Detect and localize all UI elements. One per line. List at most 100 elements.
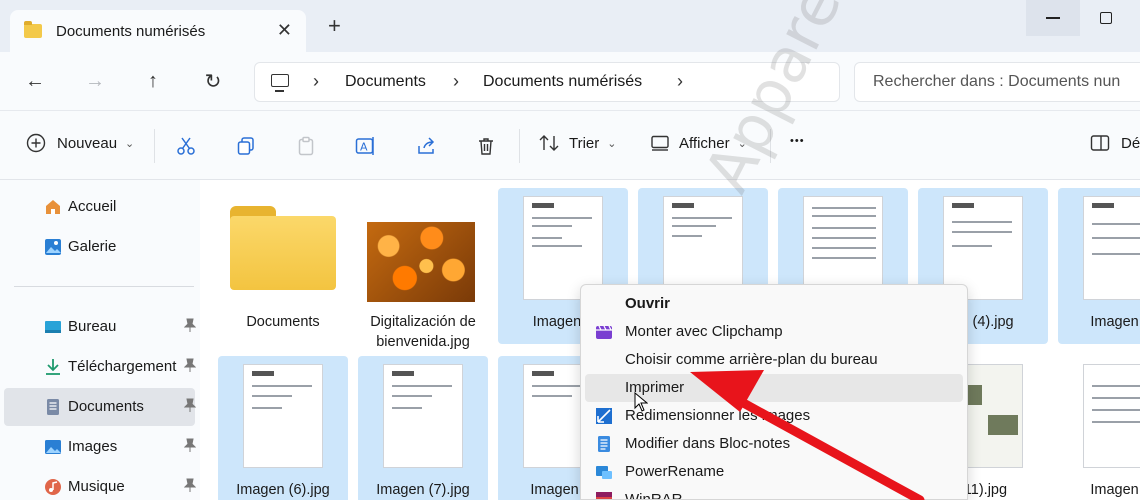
pin-icon[interactable] bbox=[184, 398, 196, 412]
sidebar-item-documents[interactable]: Documents bbox=[4, 388, 196, 426]
pin-icon[interactable] bbox=[184, 358, 196, 372]
paste-button[interactable] bbox=[295, 135, 317, 157]
view-icon bbox=[651, 135, 669, 151]
folder-icon bbox=[230, 206, 336, 290]
search-placeholder: Rechercher dans : Documents nun bbox=[873, 73, 1121, 90]
file-item-digitalizacion[interactable]: Digitalización de bienvenida.jpg bbox=[358, 188, 488, 350]
sidebar-item-bureau[interactable]: Bureau bbox=[4, 308, 196, 346]
document-thumbnail bbox=[383, 364, 463, 468]
notepad-icon bbox=[598, 436, 610, 452]
details-pane-icon bbox=[1090, 135, 1110, 151]
file-label: Imagen (5 bbox=[1090, 314, 1140, 330]
new-tab-button[interactable]: + bbox=[328, 15, 341, 37]
documents-icon bbox=[47, 399, 59, 415]
back-button[interactable]: ← bbox=[20, 66, 50, 96]
resize-icon bbox=[596, 408, 612, 424]
menu-item-set-wallpaper[interactable]: Choisir comme arrière-plan du bureau bbox=[585, 346, 963, 374]
breadcrumb-separator[interactable]: › bbox=[677, 71, 683, 92]
command-bar: Nouveau ⌄ A Trier ⌄ Afficher ⌄ ••• Dé bbox=[0, 110, 1140, 180]
share-button[interactable] bbox=[415, 135, 437, 157]
menu-item-winrar[interactable]: WinRAR bbox=[585, 486, 963, 499]
pin-icon[interactable] bbox=[184, 318, 196, 332]
download-icon bbox=[46, 359, 60, 375]
trash-icon bbox=[479, 138, 493, 155]
sidebar-item-images[interactable]: Images bbox=[4, 428, 196, 466]
images-icon bbox=[45, 440, 61, 454]
file-label: Imagen (7).jpg bbox=[376, 482, 470, 498]
file-label: Imagen (1 bbox=[1090, 482, 1140, 498]
refresh-button[interactable]: ↻ bbox=[198, 66, 228, 96]
document-thumbnail bbox=[1083, 196, 1140, 300]
file-item-imagen-12[interactable]: Imagen (1 bbox=[1058, 356, 1140, 500]
document-thumbnail bbox=[1083, 364, 1140, 468]
rename-button[interactable]: A bbox=[355, 135, 377, 157]
cut-button[interactable] bbox=[175, 135, 197, 157]
mouse-cursor-icon bbox=[634, 392, 648, 412]
up-button[interactable]: ↑ bbox=[138, 66, 168, 96]
title-bar: Documents numérisés ✕ + bbox=[0, 0, 1140, 52]
rename-icon: A bbox=[355, 137, 374, 155]
breadcrumb-documents[interactable]: Documents bbox=[345, 73, 426, 91]
breadcrumb-documents-numerises[interactable]: Documents numérisés bbox=[483, 73, 642, 91]
file-label: Documents bbox=[246, 314, 320, 330]
music-icon bbox=[45, 479, 61, 495]
svg-text:A: A bbox=[360, 141, 368, 154]
toolbar-divider bbox=[519, 129, 520, 163]
toolbar-divider bbox=[154, 129, 155, 163]
navigation-bar: ← → ↑ ↻ › Documents › Documents numérisé… bbox=[0, 52, 1140, 110]
details-label: Dé bbox=[1121, 134, 1140, 152]
document-thumbnail bbox=[243, 364, 323, 468]
pin-icon[interactable] bbox=[184, 438, 196, 452]
menu-item-powerrename[interactable]: PowerRename bbox=[585, 458, 963, 486]
new-label: Nouveau bbox=[57, 134, 118, 152]
gallery-icon bbox=[45, 239, 61, 255]
breadcrumb-separator[interactable]: › bbox=[453, 71, 459, 92]
file-label: Digitalización de bienvenida.jpg bbox=[370, 314, 476, 350]
details-pane-button[interactable]: Dé bbox=[1090, 133, 1140, 153]
winrar-icon bbox=[596, 492, 612, 499]
pin-icon[interactable] bbox=[184, 478, 196, 492]
sort-label: Trier bbox=[569, 134, 600, 152]
plus-circle-icon bbox=[26, 133, 46, 153]
chevron-down-icon: ⌄ bbox=[125, 137, 135, 150]
clipchamp-icon bbox=[596, 325, 612, 339]
powerrename-icon bbox=[596, 466, 612, 479]
clipboard-icon bbox=[298, 136, 314, 156]
home-icon bbox=[46, 200, 60, 214]
close-tab-icon[interactable]: ✕ bbox=[277, 20, 292, 41]
sidebar-item-telechargement[interactable]: Téléchargement bbox=[4, 348, 196, 386]
scissors-icon bbox=[177, 137, 195, 155]
delete-button[interactable] bbox=[475, 135, 497, 157]
search-input[interactable]: Rechercher dans : Documents nun bbox=[854, 62, 1140, 102]
copy-button[interactable] bbox=[235, 135, 257, 157]
tab-documents-numerises[interactable]: Documents numérisés ✕ bbox=[10, 10, 306, 52]
menu-item-clipchamp[interactable]: Monter avec Clipchamp bbox=[585, 318, 963, 346]
file-item-documents-folder[interactable]: Documents bbox=[218, 188, 348, 344]
computer-icon bbox=[271, 74, 289, 92]
menu-item-ouvrir[interactable]: Ouvrir bbox=[585, 290, 963, 318]
file-item-imagen-5[interactable]: Imagen (5 bbox=[1058, 188, 1140, 344]
file-item-imagen-7[interactable]: Imagen (7).jpg bbox=[358, 356, 488, 500]
file-label: Imagen (6).jpg bbox=[236, 482, 330, 498]
more-options-button[interactable]: ••• bbox=[790, 135, 805, 147]
new-button[interactable]: Nouveau ⌄ bbox=[26, 133, 134, 153]
file-item-imagen-6[interactable]: Imagen (6).jpg bbox=[218, 356, 348, 500]
sidebar-item-musique[interactable]: Musique bbox=[4, 468, 196, 500]
folder-icon bbox=[24, 21, 42, 38]
desktop-icon bbox=[45, 321, 61, 333]
tab-title: Documents numérisés bbox=[56, 22, 206, 40]
minimize-button[interactable] bbox=[1026, 0, 1080, 36]
navigation-pane: Accueil Galerie Bureau Téléchargement Do… bbox=[0, 180, 200, 500]
sidebar-divider bbox=[14, 286, 194, 287]
flower-thumbnail bbox=[367, 222, 475, 302]
forward-button[interactable]: → bbox=[80, 66, 110, 96]
sort-button[interactable]: Trier ⌄ bbox=[538, 133, 617, 153]
sidebar-item-galerie[interactable]: Galerie bbox=[4, 228, 195, 266]
sidebar-item-accueil[interactable]: Accueil bbox=[4, 188, 195, 226]
maximize-button[interactable] bbox=[1100, 12, 1112, 24]
copy-icon bbox=[237, 137, 254, 155]
chevron-down-icon: ⌄ bbox=[607, 137, 617, 150]
menu-item-bloc-notes[interactable]: Modifier dans Bloc-notes bbox=[585, 430, 963, 458]
minimize-icon bbox=[1046, 17, 1060, 19]
breadcrumb-separator[interactable]: › bbox=[313, 71, 319, 92]
